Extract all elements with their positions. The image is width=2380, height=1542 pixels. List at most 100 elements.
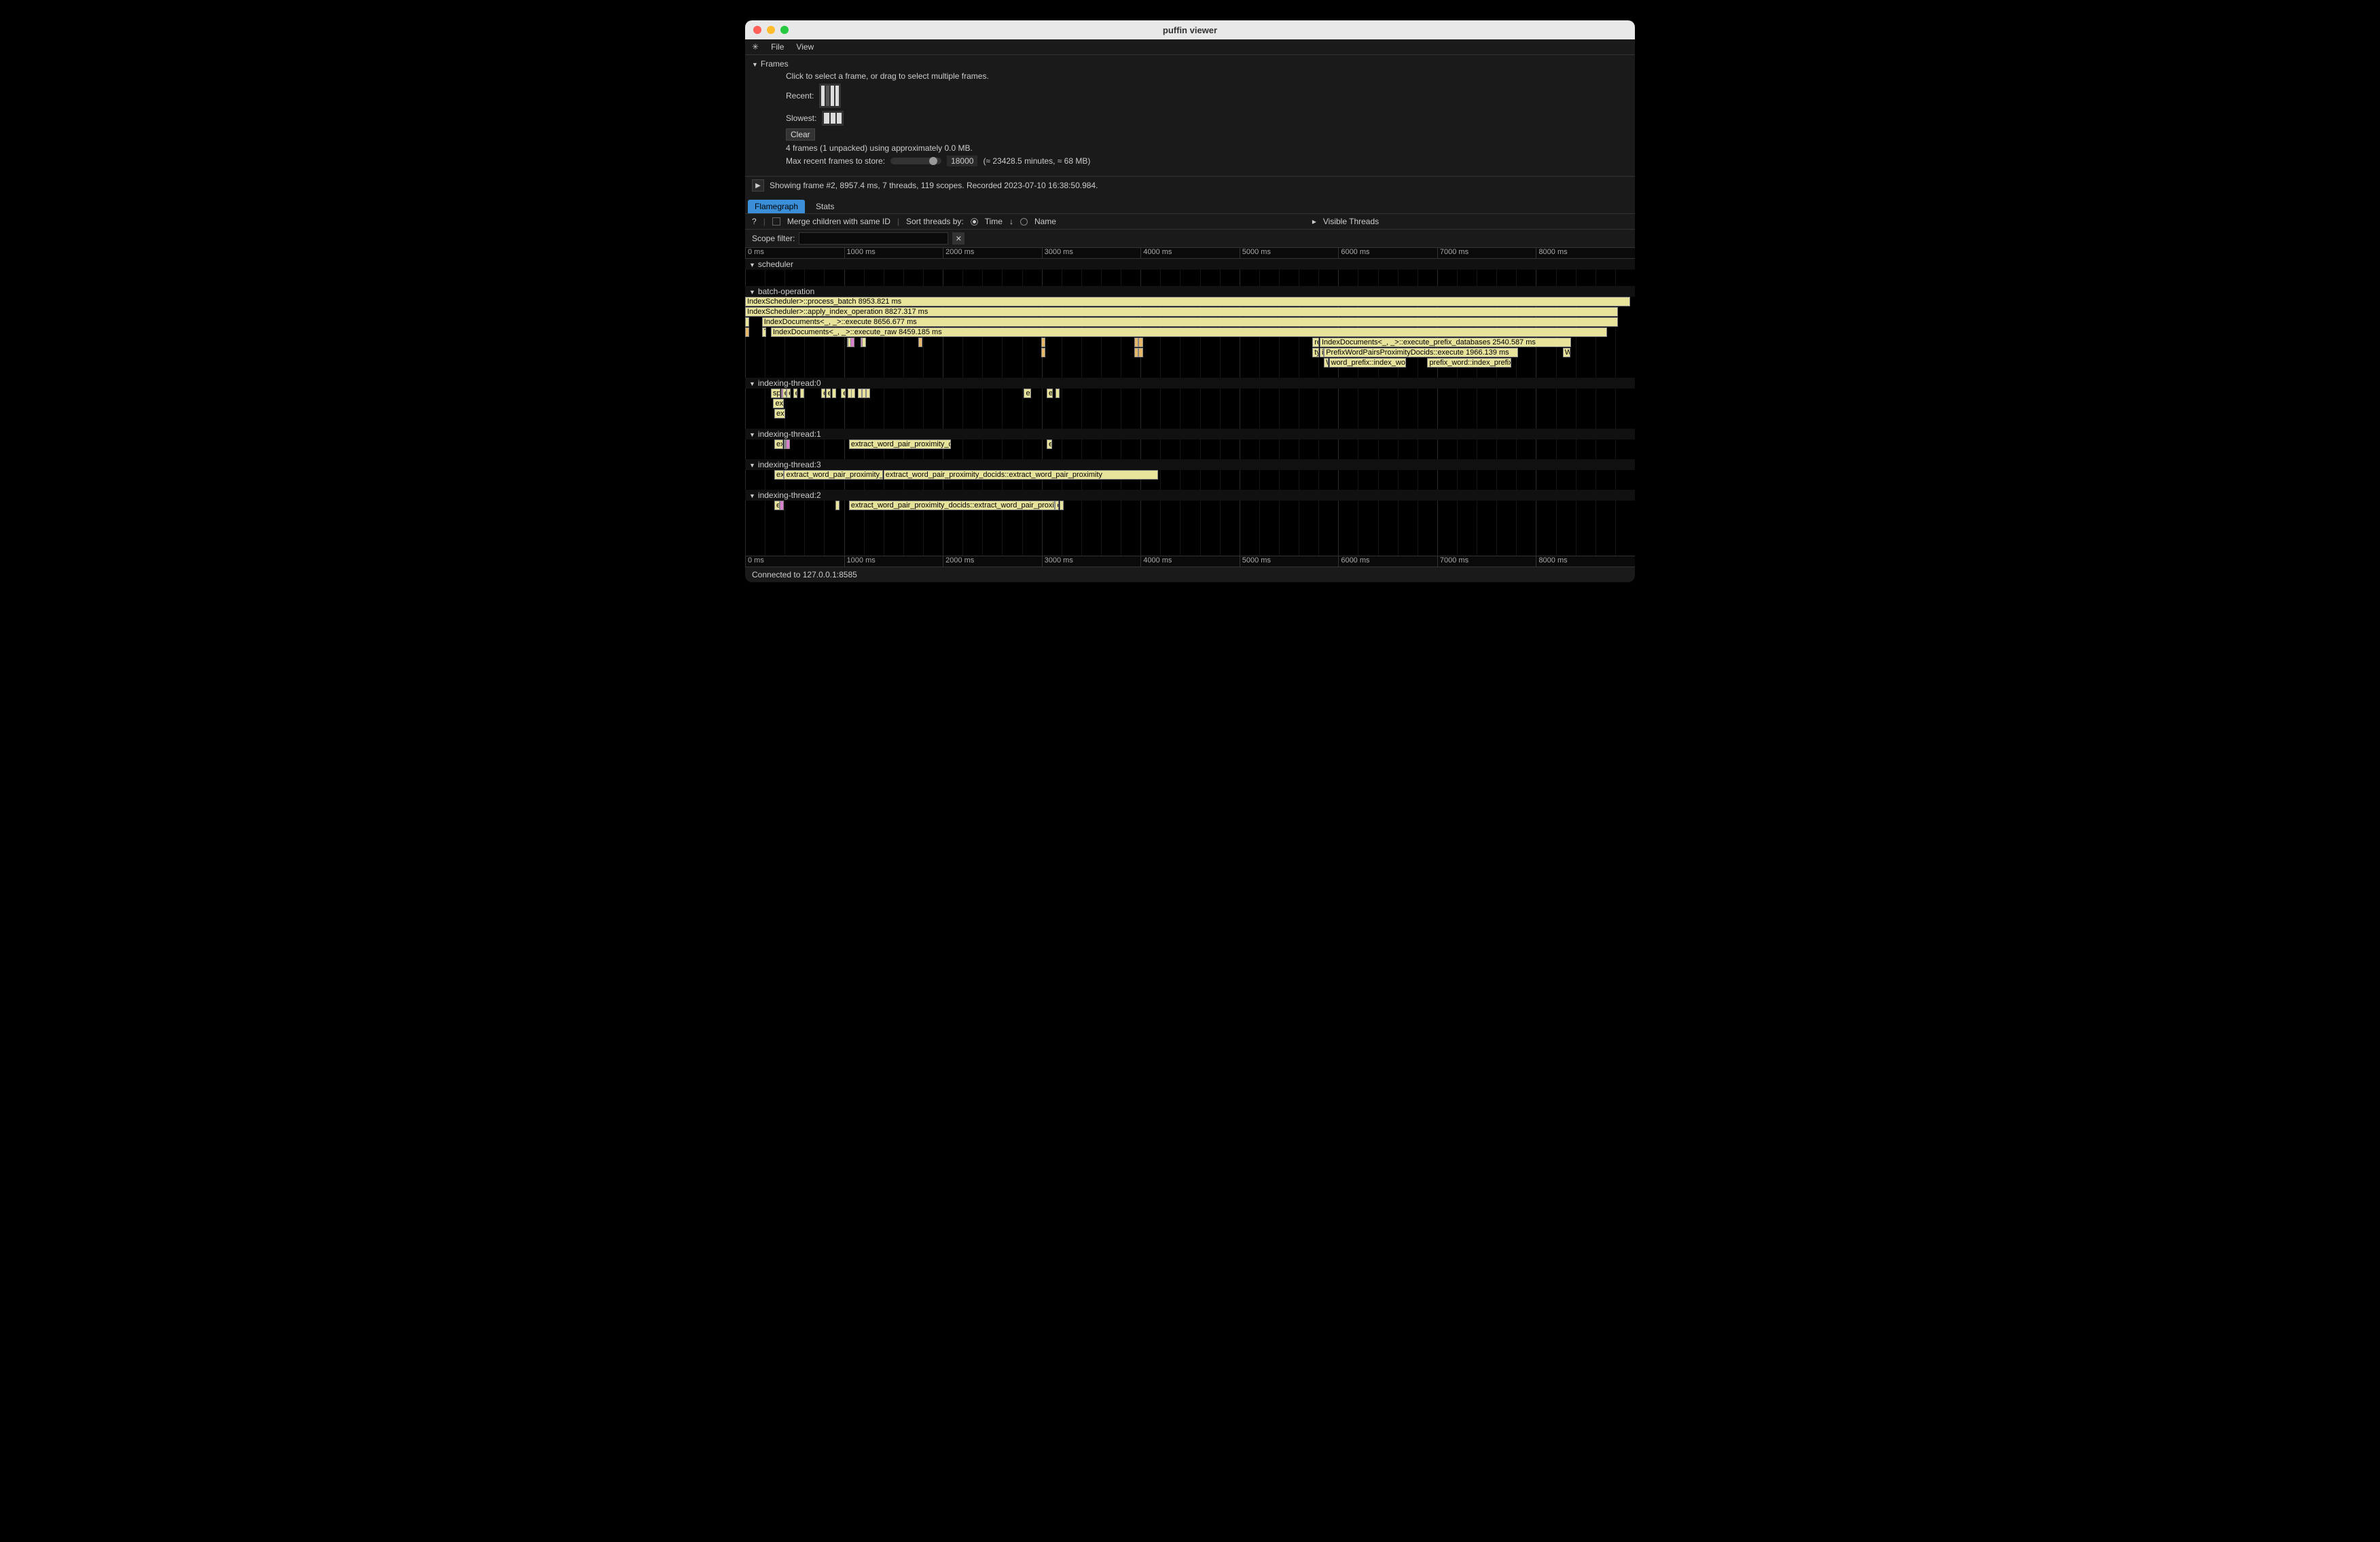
- scope-filter-input[interactable]: [799, 232, 948, 245]
- flame-scope[interactable]: extract_wo: [1047, 389, 1053, 398]
- flame-scope[interactable]: extract: [821, 389, 825, 398]
- flame-scope[interactable]: extract_word_pair_proximity_docids::extr…: [849, 501, 1055, 510]
- flame-scope[interactable]: extra: [1055, 501, 1059, 510]
- time-ruler-bottom: 0 ms1000 ms2000 ms3000 ms4000 ms5000 ms6…: [745, 556, 1635, 567]
- max-frames-approx: (≈ 23428.5 minutes, ≈ 68 MB): [983, 156, 1090, 166]
- merge-checkbox[interactable]: [772, 217, 780, 226]
- flame-scope[interactable]: IndexScheduler>::apply_index_operation 8…: [745, 307, 1618, 317]
- flame-scope[interactable]: typed_chunk::w: [1312, 348, 1318, 357]
- flame-scope[interactable]: [1138, 348, 1143, 357]
- flame-scope[interactable]: [832, 389, 836, 398]
- flame-scope[interactable]: extrac: [793, 389, 797, 398]
- flamegraph-view[interactable]: 0 ms1000 ms2000 ms3000 ms4000 ms5000 ms6…: [745, 247, 1635, 567]
- flame-scope[interactable]: extract: [782, 389, 787, 398]
- flame-scope[interactable]: [918, 338, 922, 347]
- flame-scope[interactable]: [866, 389, 870, 398]
- flame-scope[interactable]: receive_typed: [1312, 338, 1318, 347]
- recent-label: Recent:: [786, 91, 814, 101]
- flame-scope[interactable]: Trans: [762, 327, 766, 337]
- sort-label: Sort threads by:: [906, 217, 964, 226]
- flame-scope[interactable]: extract_word: [1024, 389, 1030, 398]
- help-button[interactable]: ?: [752, 217, 757, 226]
- thread-scheduler[interactable]: scheduler: [745, 259, 1635, 270]
- flame-scope[interactable]: [862, 338, 866, 347]
- flame-scope[interactable]: extract_: [826, 389, 831, 398]
- flame-scope[interactable]: [780, 501, 784, 510]
- flame-scope[interactable]: extra: [787, 389, 791, 398]
- sort-arrow-icon[interactable]: ↓: [1009, 217, 1013, 226]
- flame-scope[interactable]: [745, 327, 749, 337]
- flame-scope[interactable]: prefix_word::index_prefix_wo: [1427, 358, 1511, 367]
- chevron-right-icon[interactable]: ▸: [1312, 217, 1316, 226]
- flame-toolbar: ? | Merge children with same ID | Sort t…: [745, 213, 1635, 230]
- frames-summary: 4 frames (1 unpacked) using approximatel…: [786, 143, 1628, 153]
- scope-filter-label: Scope filter:: [752, 234, 795, 243]
- flame-scope[interactable]: [745, 317, 749, 327]
- merge-label: Merge children with same ID: [787, 217, 890, 226]
- flame-scope[interactable]: extract_docid_word: [774, 409, 785, 418]
- thread-indexing-2[interactable]: indexing-thread:2: [745, 490, 1635, 501]
- flame-scope[interactable]: extract: [841, 389, 846, 398]
- flame-scope[interactable]: extract_docid_word: [774, 440, 783, 449]
- flame-scope[interactable]: extract_doc: [774, 501, 780, 510]
- clear-filter-button[interactable]: ✕: [952, 232, 964, 245]
- tab-flamegraph[interactable]: Flamegraph: [748, 200, 805, 213]
- sort-time-radio[interactable]: [971, 218, 978, 226]
- menu-theme[interactable]: ✳: [752, 42, 759, 52]
- flame-scope[interactable]: IndexScheduler>::process_batch 8953.821 …: [745, 297, 1630, 306]
- flame-scope[interactable]: [1041, 338, 1045, 347]
- clear-button[interactable]: Clear: [786, 128, 815, 141]
- view-tabs: Flamegraph Stats: [745, 197, 1635, 213]
- statusbar: Connected to 127.0.0.1:8585: [745, 567, 1635, 582]
- flame-scope[interactable]: index: [1320, 348, 1324, 357]
- flame-scope[interactable]: [786, 440, 790, 449]
- menu-file[interactable]: File: [771, 42, 784, 52]
- frames-hint: Click to select a frame, or drag to sele…: [786, 71, 1628, 81]
- flame-scope[interactable]: IndexDocuments<_, _>::execute 8656.677 m…: [762, 317, 1618, 327]
- flame-scope[interactable]: [1138, 338, 1143, 347]
- flame-scope[interactable]: IndexDocuments<_, _>::execute_raw 8459.1…: [771, 327, 1607, 337]
- flame-scope[interactable]: Word: [1324, 358, 1329, 367]
- thread-indexing-3[interactable]: indexing-thread:3: [745, 459, 1635, 470]
- max-frames-label: Max recent frames to store:: [786, 156, 885, 166]
- flame-scope[interactable]: [851, 389, 855, 398]
- slowest-label: Slowest:: [786, 113, 816, 123]
- flame-scope[interactable]: word_prefix::index_word_prefix: [1329, 358, 1407, 367]
- flame-scope[interactable]: IndexDocuments<_, _>::execute_prefix_dat…: [1320, 338, 1571, 347]
- play-button[interactable]: ▶: [752, 179, 764, 192]
- flame-scope[interactable]: [850, 338, 854, 347]
- flame-scope[interactable]: extract::data_from_ob: [773, 399, 784, 408]
- flame-scope[interactable]: WordPr: [1563, 348, 1571, 357]
- time-ruler-top: 0 ms1000 ms2000 ms3000 ms4000 ms5000 ms6…: [745, 248, 1635, 259]
- thread-indexing-1[interactable]: indexing-thread:1: [745, 429, 1635, 440]
- max-frames-value[interactable]: 18000: [947, 156, 977, 166]
- flame-scope[interactable]: [1056, 389, 1060, 398]
- menu-view[interactable]: View: [796, 42, 814, 52]
- flame-scope[interactable]: extract_wo: [1047, 440, 1052, 449]
- playback-status: Showing frame #2, 8957.4 ms, 7 threads, …: [770, 181, 1098, 190]
- frames-header[interactable]: Frames: [752, 59, 1628, 69]
- flame-scope[interactable]: [858, 389, 862, 398]
- visible-threads-label[interactable]: Visible Threads: [1323, 217, 1379, 226]
- slowest-frames[interactable]: [822, 111, 844, 126]
- recent-frames[interactable]: [819, 84, 841, 108]
- titlebar[interactable]: puffin viewer: [745, 20, 1635, 39]
- thread-indexing-0[interactable]: indexing-thread:0: [745, 378, 1635, 389]
- flame-scope[interactable]: split_grenad_by_chun: [771, 389, 781, 398]
- thread-batch-operation[interactable]: batch-operation: [745, 286, 1635, 297]
- tab-stats[interactable]: Stats: [809, 200, 841, 213]
- flame-scope[interactable]: extract_word_pair_proximity_docid: [784, 470, 883, 480]
- flame-scope[interactable]: PrefixWordPairsProximityDocids::execute …: [1324, 348, 1518, 357]
- sort-name-radio[interactable]: [1020, 218, 1028, 226]
- flame-scope[interactable]: [800, 389, 804, 398]
- frames-panel: Frames Click to select a frame, or drag …: [745, 55, 1635, 173]
- window-title: puffin viewer: [745, 25, 1635, 35]
- flame-scope[interactable]: extract_docid_word: [774, 470, 784, 480]
- menubar: ✳ File View: [745, 39, 1635, 55]
- flame-scope[interactable]: extract_word_pair_proximity_docids::extr…: [849, 440, 951, 449]
- flame-scope[interactable]: [1060, 501, 1064, 510]
- flame-scope[interactable]: [1041, 348, 1045, 357]
- max-frames-slider[interactable]: [890, 158, 941, 164]
- flame-scope[interactable]: extract_word_pair_proximity_docids::extr…: [884, 470, 1159, 480]
- flame-scope[interactable]: [835, 501, 840, 510]
